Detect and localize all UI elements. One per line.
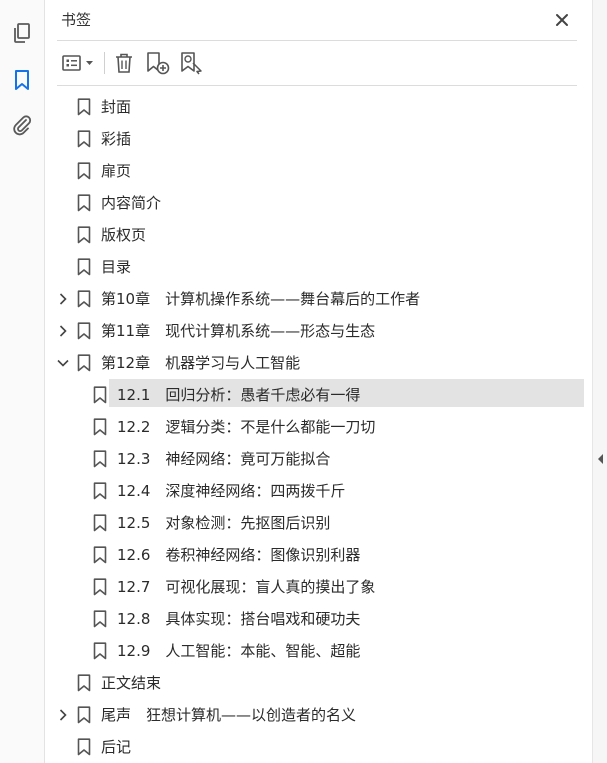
chevron-right-icon[interactable]: [56, 707, 70, 723]
bookmark-item[interactable]: 正文结束: [45, 667, 592, 699]
bookmark-label: 12.4 深度神经网络：四两拨千斤: [117, 482, 346, 500]
bookmark-icon: [93, 450, 107, 468]
trash-icon[interactable]: [111, 49, 137, 77]
panel-header: 书签: [45, 0, 592, 40]
bookmark-icon: [93, 546, 107, 564]
bookmark-label: 封面: [101, 98, 132, 116]
divider: [57, 85, 577, 86]
bookmark-item[interactable]: 后记: [45, 731, 592, 763]
bookmark-item[interactable]: 内容简介: [45, 187, 592, 219]
options-menu-button[interactable]: [59, 49, 97, 77]
bookmark-label: 12.1 回归分析：愚者千虑必有一得: [117, 386, 361, 404]
bookmark-icon[interactable]: [9, 67, 35, 93]
bookmark-label: 目录: [101, 258, 132, 276]
bookmark-label: 12.5 对象检测：先抠图后识别: [117, 514, 331, 532]
bookmark-item[interactable]: 第11章 现代计算机系统——形态与生态: [45, 315, 592, 347]
bookmark-toolbar: [45, 44, 592, 82]
bookmark-item[interactable]: 12.4 深度神经网络：四两拨千斤: [45, 475, 592, 507]
bookmark-item[interactable]: 12.1 回归分析：愚者千虑必有一得: [45, 379, 592, 411]
bookmark-label: 版权页: [101, 226, 147, 244]
panel-title: 书签: [61, 11, 92, 29]
bookmark-label: 正文结束: [101, 674, 162, 692]
chevron-right-icon[interactable]: [56, 323, 70, 339]
bookmark-icon: [93, 642, 107, 660]
bookmark-label: 12.2 逻辑分类：不是什么都能一刀切: [117, 418, 376, 436]
bookmark-item[interactable]: 彩插: [45, 123, 592, 155]
bookmark-label: 第10章 计算机操作系统——舞台幕后的工作者: [101, 290, 421, 308]
bookmark-item[interactable]: 12.5 对象检测：先抠图后识别: [45, 507, 592, 539]
bookmark-item[interactable]: 扉页: [45, 155, 592, 187]
bookmarks-panel: 书签 封面 彩插 扉页 内容简介 版权页 目录 第10章 计算机操作系统——舞台…: [45, 0, 592, 763]
toolbar-separator: [104, 52, 105, 74]
bookmark-item[interactable]: 第12章 机器学习与人工智能: [45, 347, 592, 379]
bookmark-item[interactable]: 封面: [45, 91, 592, 123]
bookmark-item[interactable]: 目录: [45, 251, 592, 283]
bookmark-label: 内容简介: [101, 194, 162, 212]
find-bookmark-icon[interactable]: [178, 49, 206, 77]
bookmark-item[interactable]: 12.9 人工智能：本能、智能、超能: [45, 635, 592, 667]
bookmark-label: 第12章 机器学习与人工智能: [101, 354, 301, 372]
bookmark-icon: [93, 482, 107, 500]
bookmark-label: 第11章 现代计算机系统——形态与生态: [101, 322, 376, 340]
close-icon[interactable]: [551, 9, 573, 31]
bookmark-icon: [93, 514, 107, 532]
bookmark-label: 12.8 具体实现：搭台唱戏和硬功夫: [117, 610, 361, 628]
panel-splitter[interactable]: [592, 0, 607, 763]
bookmark-icon: [77, 290, 91, 308]
bookmark-item[interactable]: 第10章 计算机操作系统——舞台幕后的工作者: [45, 283, 592, 315]
bookmark-icon: [77, 322, 91, 340]
bookmark-label: 12.6 卷积神经网络：图像识别利器: [117, 546, 361, 564]
bookmark-icon: [77, 354, 91, 372]
bookmark-icon: [77, 98, 91, 116]
bookmark-item[interactable]: 12.8 具体实现：搭台唱戏和硬功夫: [45, 603, 592, 635]
bookmark-item[interactable]: 12.6 卷积神经网络：图像识别利器: [45, 539, 592, 571]
bookmark-icon: [77, 226, 91, 244]
collapse-arrow-icon[interactable]: [597, 450, 604, 469]
bookmark-label: 后记: [101, 738, 132, 756]
bookmark-label: 彩插: [101, 130, 132, 148]
bookmark-label: 12.7 可视化展现：盲人真的摸出了象: [117, 578, 376, 596]
bookmark-item[interactable]: 12.2 逻辑分类：不是什么都能一刀切: [45, 411, 592, 443]
bookmark-icon: [77, 194, 91, 212]
new-bookmark-icon[interactable]: [144, 49, 172, 77]
bookmark-label: 尾声 狂想计算机——以创造者的名义: [101, 706, 357, 724]
paperclip-icon[interactable]: [9, 112, 35, 138]
bookmark-icon: [93, 418, 107, 436]
bookmark-item[interactable]: 版权页: [45, 219, 592, 251]
bookmark-label: 扉页: [101, 162, 132, 180]
bookmark-icon: [93, 578, 107, 596]
chevron-down-icon[interactable]: [56, 355, 70, 371]
bookmark-icon: [77, 706, 91, 724]
pages-icon[interactable]: [9, 20, 35, 46]
left-tool-rail: [0, 0, 45, 763]
bookmark-icon: [77, 738, 91, 756]
bookmark-item[interactable]: 12.7 可视化展现：盲人真的摸出了象: [45, 571, 592, 603]
divider: [57, 40, 577, 41]
bookmark-icon: [93, 386, 107, 404]
bookmark-icon: [77, 130, 91, 148]
bookmark-icon: [77, 674, 91, 692]
chevron-right-icon[interactable]: [56, 291, 70, 307]
bookmark-icon: [77, 258, 91, 276]
bookmark-icon: [77, 162, 91, 180]
bookmark-label: 12.3 神经网络：竟可万能拟合: [117, 450, 331, 468]
bookmark-label: 12.9 人工智能：本能、智能、超能: [117, 642, 361, 660]
bookmark-icon: [93, 610, 107, 628]
bookmark-item[interactable]: 12.3 神经网络：竟可万能拟合: [45, 443, 592, 475]
bookmark-item[interactable]: 尾声 狂想计算机——以创造者的名义: [45, 699, 592, 731]
